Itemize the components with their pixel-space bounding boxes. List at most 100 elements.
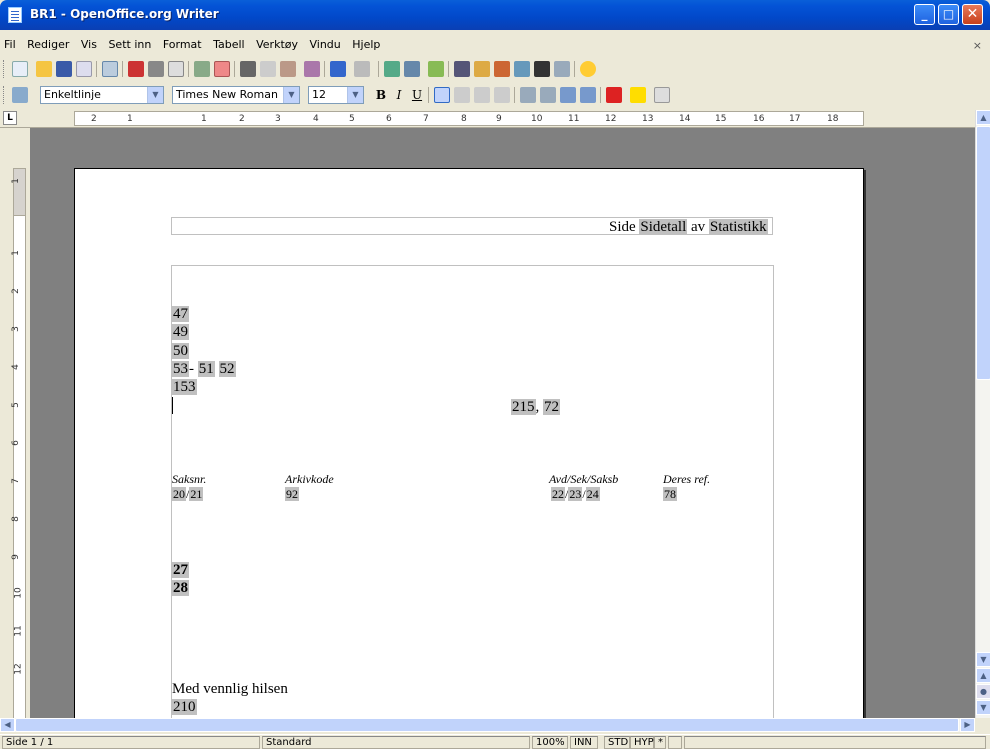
show-draw-functions-icon[interactable] bbox=[428, 61, 444, 77]
paste-icon[interactable] bbox=[280, 61, 296, 77]
avd-sek-saksb-value[interactable]: 22/23/24 bbox=[551, 485, 600, 503]
menu-fil[interactable]: Fil bbox=[0, 36, 20, 53]
align-left-icon[interactable] bbox=[434, 87, 450, 103]
chevron-down-icon[interactable]: ▼ bbox=[283, 87, 299, 103]
maximize-button[interactable]: □ bbox=[938, 4, 959, 25]
page-style-indicator[interactable]: Standard bbox=[262, 736, 530, 749]
nonprinting-characters-icon[interactable] bbox=[534, 61, 550, 77]
field[interactable]: 78 bbox=[663, 487, 677, 501]
bold-button[interactable]: B bbox=[372, 86, 390, 104]
align-center-icon[interactable] bbox=[454, 87, 470, 103]
field[interactable]: 153 bbox=[172, 379, 197, 395]
open-folder-icon[interactable] bbox=[36, 61, 52, 77]
save-icon[interactable] bbox=[56, 61, 72, 77]
table-icon[interactable] bbox=[404, 61, 420, 77]
vertical-scrollbar[interactable]: ▲ ▼ ▲ ● ▼ bbox=[975, 110, 990, 718]
subject-field-28[interactable]: 28 bbox=[172, 579, 189, 597]
print-icon[interactable] bbox=[148, 61, 164, 77]
field[interactable]: 20 bbox=[172, 487, 186, 501]
font-name-select[interactable]: Times New Roman ▼ bbox=[172, 86, 300, 104]
vertical-ruler[interactable]: 1 1 2 3 4 5 6 7 8 9 10 11 12 bbox=[10, 128, 28, 720]
deres-ref-value[interactable]: 78 bbox=[663, 485, 677, 503]
font-size-select[interactable]: 12 ▼ bbox=[308, 86, 364, 104]
export-pdf-icon[interactable] bbox=[128, 61, 144, 77]
decrease-indent-icon[interactable] bbox=[560, 87, 576, 103]
align-right-icon[interactable] bbox=[474, 87, 490, 103]
signature-field[interactable]: 210 bbox=[172, 698, 197, 716]
copy-icon[interactable] bbox=[260, 61, 276, 77]
navigator-icon[interactable] bbox=[474, 61, 490, 77]
bullets-icon[interactable] bbox=[540, 87, 556, 103]
scroll-left-icon[interactable]: ◀ bbox=[0, 718, 15, 732]
field[interactable]: 49 bbox=[172, 324, 189, 340]
saksnr-value[interactable]: 20/21 bbox=[172, 485, 204, 503]
undo-icon[interactable] bbox=[330, 61, 346, 77]
horizontal-scroll-thumb[interactable] bbox=[15, 718, 959, 732]
toolbar-grip[interactable] bbox=[3, 60, 6, 78]
previous-page-icon[interactable]: ▲ bbox=[976, 668, 990, 683]
tab-stop-selector[interactable]: L bbox=[3, 111, 17, 125]
document-page[interactable]: Side Sidetall av Statistikk 47 49 50 53-… bbox=[74, 168, 864, 718]
selection-mode-indicator[interactable]: STD bbox=[604, 736, 630, 749]
menu-vindu[interactable]: Vindu bbox=[306, 36, 345, 53]
highlighting-icon[interactable] bbox=[630, 87, 646, 103]
subject-field-27[interactable]: 27 bbox=[172, 561, 189, 579]
italic-button[interactable]: I bbox=[390, 86, 408, 104]
justify-icon[interactable] bbox=[494, 87, 510, 103]
scroll-up-icon[interactable]: ▲ bbox=[976, 110, 990, 125]
insert-mode-indicator[interactable]: INN bbox=[570, 736, 598, 749]
field[interactable]: 22 bbox=[551, 487, 565, 501]
address-field-47[interactable]: 47 bbox=[172, 305, 189, 323]
sidetall-field[interactable]: Sidetall bbox=[639, 219, 688, 235]
underline-button[interactable]: U bbox=[408, 86, 426, 104]
field[interactable]: 72 bbox=[543, 399, 560, 415]
field[interactable]: 47 bbox=[172, 306, 189, 322]
hyperlink-mode-indicator[interactable]: HYP bbox=[630, 736, 654, 749]
scroll-right-icon[interactable]: ▶ bbox=[960, 718, 975, 732]
close-button[interactable]: ✕ bbox=[962, 4, 983, 25]
address-field-50[interactable]: 50 bbox=[172, 342, 189, 360]
gallery-icon[interactable] bbox=[494, 61, 510, 77]
zoom-icon[interactable] bbox=[554, 61, 570, 77]
styles-formatting-icon[interactable] bbox=[12, 87, 28, 103]
find-replace-icon[interactable] bbox=[454, 61, 470, 77]
field[interactable]: 27 bbox=[172, 562, 189, 578]
toolbar-grip[interactable] bbox=[3, 86, 6, 104]
cut-icon[interactable] bbox=[240, 61, 256, 77]
print-preview-icon[interactable] bbox=[168, 61, 184, 77]
date-fields[interactable]: 215, 72 bbox=[511, 398, 560, 416]
page-indicator[interactable]: Side 1 / 1 bbox=[2, 736, 260, 749]
statistikk-field[interactable]: Statistikk bbox=[708, 219, 768, 235]
menu-vis[interactable]: Vis bbox=[77, 36, 101, 53]
menu-hjelp[interactable]: Hjelp bbox=[348, 36, 384, 53]
hyperlink-icon[interactable] bbox=[384, 61, 400, 77]
field[interactable]: 215 bbox=[511, 399, 536, 415]
help-icon[interactable] bbox=[580, 61, 596, 77]
field[interactable]: 24 bbox=[585, 487, 600, 501]
field[interactable]: 28 bbox=[172, 580, 189, 596]
field[interactable]: 92 bbox=[285, 487, 299, 501]
address-field-49[interactable]: 49 bbox=[172, 323, 189, 341]
scroll-down-icon[interactable]: ▼ bbox=[976, 652, 990, 667]
redo-icon[interactable] bbox=[354, 61, 370, 77]
increase-indent-icon[interactable] bbox=[580, 87, 596, 103]
chevron-down-icon[interactable]: ▼ bbox=[347, 87, 363, 103]
edit-file-icon[interactable] bbox=[102, 61, 118, 77]
menu-sett-inn[interactable]: Sett inn bbox=[104, 36, 155, 53]
arkivkode-value[interactable]: 92 bbox=[285, 485, 299, 503]
spellcheck-icon[interactable] bbox=[194, 61, 210, 77]
next-page-icon[interactable]: ▼ bbox=[976, 700, 990, 715]
address-field-153[interactable]: 153 bbox=[172, 378, 197, 396]
autospellcheck-icon[interactable] bbox=[214, 61, 230, 77]
menu-verktoy[interactable]: Verktøy bbox=[252, 36, 302, 53]
field[interactable]: 210 bbox=[172, 699, 197, 715]
address-fields-line[interactable]: 53- 51 52 bbox=[172, 360, 236, 378]
minimize-button[interactable]: _ bbox=[914, 4, 935, 25]
field[interactable]: 51 bbox=[197, 361, 215, 377]
horizontal-scrollbar[interactable]: ◀ ▶ bbox=[0, 718, 975, 732]
menu-tabell[interactable]: Tabell bbox=[209, 36, 249, 53]
field[interactable]: 23 bbox=[568, 487, 583, 501]
new-document-icon[interactable] bbox=[12, 61, 28, 77]
field[interactable]: 21 bbox=[189, 487, 204, 501]
numbering-icon[interactable] bbox=[520, 87, 536, 103]
